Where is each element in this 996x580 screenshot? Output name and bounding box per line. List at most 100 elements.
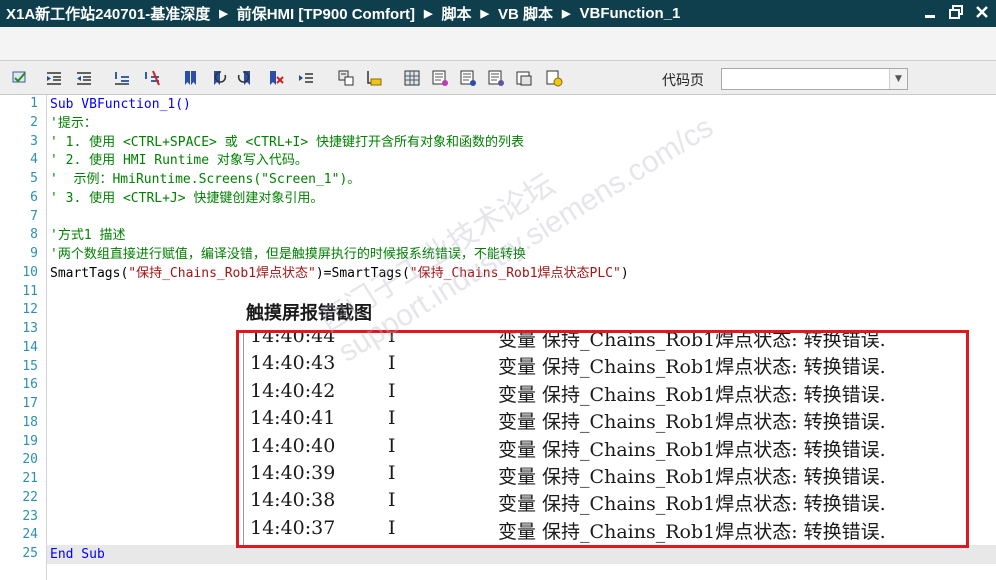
line-number: 19 — [22, 433, 38, 449]
minimize-icon[interactable] — [922, 4, 938, 20]
error-time: 14:40:43 — [250, 352, 336, 375]
error-type: I — [388, 462, 396, 484]
code-token: ) — [620, 265, 629, 281]
breadcrumb-device[interactable]: 前保HMI [TP900 Comfort] — [237, 3, 415, 24]
line-number: 5 — [30, 171, 38, 186]
line-number-gutter: 1 2 3 4 5 6 7 8 9 10 11 12 13 14 15 16 17 18 19 20 21 22 23 24 2… — [0, 95, 44, 580]
line-number: 11 — [22, 283, 38, 299]
uncomment-icon[interactable] — [142, 68, 162, 88]
breadcrumb-separator-icon: ▶ — [424, 8, 433, 20]
error-time: 14:40:41 — [250, 407, 336, 430]
error-message: 变量 保持_Chains_Rob1焊点状态: 转换错误. — [498, 520, 886, 543]
line-number: 24 — [22, 527, 38, 543]
screen-objects-icon[interactable] — [402, 68, 422, 88]
scripts-list-icon[interactable] — [486, 68, 506, 88]
breadcrumb-vb-scripts[interactable]: VB 脚本 — [498, 3, 553, 24]
code-line[interactable]: ' 1. 使用 <CTRL+SPACE> 或 <CTRL+I> 快捷键打开含所有… — [50, 134, 524, 152]
code-line[interactable]: '两个数组直接进行赋值，编译没错，但是触摸屏执行的时候报系统错误，不能转换 — [50, 246, 526, 264]
line-number: 16 — [22, 377, 38, 393]
code-line[interactable]: SmartTags("保持_Chains_Rob1焊点状态")=SmartTag… — [50, 265, 629, 283]
properties-icon[interactable] — [514, 68, 534, 88]
error-log-row: 14:40:44 I 变量 保持_Chains_Rob1焊点状态: 转换错误. — [250, 333, 963, 353]
comment-text: ' 2. 使用 HMI Runtime 对象写入代码。 — [50, 153, 308, 169]
settings-icon[interactable] — [544, 68, 564, 88]
comment-icon[interactable] — [112, 68, 132, 88]
close-icon[interactable] — [974, 4, 990, 20]
next-bookmark-icon[interactable] — [236, 68, 256, 88]
tag-list-icon[interactable] — [430, 68, 450, 88]
error-log-row: 14:40:41 I 变量 保持_Chains_Rob1焊点状态: 转换错误. — [250, 407, 963, 435]
gutter-divider — [46, 95, 47, 580]
error-screenshot: 14:40:44 I 变量 保持_Chains_Rob1焊点状态: 转换错误. 14:… — [236, 330, 969, 548]
go-to-line-icon[interactable] — [296, 68, 316, 88]
breadcrumb-function: VBFunction_1 — [579, 5, 681, 22]
code-text: End Sub — [50, 547, 105, 562]
error-log-row: 14:40:40 I 变量 保持_Chains_Rob1焊点状态: 转换错误. — [250, 435, 963, 463]
line-number: 3 — [30, 133, 38, 149]
breadcrumb-project[interactable]: X1A新工作站240701-基准深度 — [6, 3, 210, 24]
title-bar: X1A新工作站240701-基准深度 ▶ 前保HMI [TP900 Comfor… — [0, 0, 996, 27]
breadcrumb-separator-icon: ▶ — [219, 8, 228, 20]
line-number: 6 — [30, 189, 38, 205]
code-line[interactable]: ' 3. 使用 <CTRL+J> 快捷键创建对象引用。 — [50, 190, 323, 208]
functions-list-icon[interactable] — [458, 68, 478, 88]
error-screenshot-title: 触摸屏报错截图 — [246, 303, 372, 324]
bookmark-icon[interactable] — [180, 68, 200, 88]
error-type: I — [388, 407, 396, 430]
chevron-down-icon[interactable]: ▼ — [889, 69, 907, 89]
breadcrumb-scripts[interactable]: 脚本 — [442, 3, 472, 24]
error-message: 变量 保持_Chains_Rob1焊点状态: 转换错误. — [498, 356, 886, 379]
syntax-check-icon[interactable] — [10, 68, 30, 88]
editor-header-strip — [0, 27, 996, 61]
line-number: 1 — [30, 96, 38, 111]
error-type: I — [388, 434, 396, 457]
error-type: I — [388, 379, 396, 402]
restore-icon[interactable] — [948, 4, 964, 20]
error-type: I — [388, 352, 396, 375]
comment-text: '两个数组直接进行赋值，编译没错，但是触摸屏执行的时候报系统错误，不能转换 — [50, 247, 526, 262]
indent-icon[interactable] — [44, 68, 64, 88]
string-literal: "保持_Chains_Rob1焊点状态PLC" — [409, 265, 621, 281]
code-text: Sub VBFunction_1() — [50, 97, 191, 112]
comment-text: ' 3. 使用 <CTRL+J> 快捷键创建对象引用。 — [50, 190, 324, 206]
error-log-row: 14:40:38 I 变量 保持_Chains_Rob1焊点状态: 转换错误. — [250, 489, 963, 517]
line-number: 15 — [22, 358, 38, 374]
line-number: 4 — [30, 152, 38, 168]
line-number: 13 — [22, 321, 38, 336]
error-time: 14:40:38 — [250, 489, 336, 512]
error-message: 变量 保持_Chains_Rob1焊点状态: 转换错误. — [498, 333, 886, 351]
code-line[interactable]: '提示： — [50, 115, 97, 133]
error-time: 14:40:44 — [250, 333, 336, 347]
comment-text: ' 1. 使用 <CTRL+SPACE> 或 <CTRL+I> 快捷键打开含所有… — [50, 134, 524, 150]
error-log-row: 14:40:39 I 变量 保持_Chains_Rob1焊点状态: 转换错误. — [250, 462, 963, 490]
line-number: 7 — [30, 208, 38, 224]
object-list-icon[interactable] — [336, 68, 356, 88]
clear-bookmarks-icon[interactable] — [266, 68, 286, 88]
outdent-icon[interactable] — [74, 68, 94, 88]
error-message: 变量 保持_Chains_Rob1焊点状态: 转换错误. — [498, 438, 886, 461]
code-token: SmartTags( — [50, 265, 129, 281]
code-line[interactable]: '方式1 描述 — [50, 227, 125, 245]
auto-complete-icon[interactable] — [364, 68, 384, 88]
code-line[interactable]: ' 2. 使用 HMI Runtime 对象写入代码。 — [50, 152, 308, 170]
line-number: 14 — [22, 339, 38, 355]
codepage-select[interactable]: ▼ — [721, 68, 908, 90]
line-number: 21 — [22, 471, 38, 486]
error-log-list: 14:40:44 I 变量 保持_Chains_Rob1焊点状态: 转换错误. 14:… — [243, 333, 963, 545]
error-message: 变量 保持_Chains_Rob1焊点状态: 转换错误. — [498, 466, 886, 488]
breadcrumb-separator-icon: ▶ — [480, 8, 489, 20]
window-controls — [922, 4, 990, 20]
comment-text: '提示： — [50, 115, 97, 131]
code-line[interactable]: ' 示例：HmiRuntime.Screens("Screen_1")。 — [50, 171, 360, 189]
code-line[interactable]: Sub VBFunction_1() — [50, 96, 191, 114]
code-line[interactable]: End Sub — [50, 546, 105, 564]
previous-bookmark-icon[interactable] — [208, 68, 228, 88]
line-number: 23 — [22, 508, 38, 524]
error-log-row: 14:40:42 I 变量 保持_Chains_Rob1焊点状态: 转换错误. — [250, 380, 963, 408]
breadcrumb-separator-icon: ▶ — [562, 8, 571, 20]
error-time: 14:40:39 — [250, 462, 336, 484]
line-number: 2 — [30, 114, 38, 130]
error-time: 14:40:42 — [250, 379, 336, 402]
error-log-row: 14:40:37 I 变量 保持_Chains_Rob1焊点状态: 转换错误. — [250, 517, 963, 545]
line-number: 25 — [22, 546, 38, 561]
